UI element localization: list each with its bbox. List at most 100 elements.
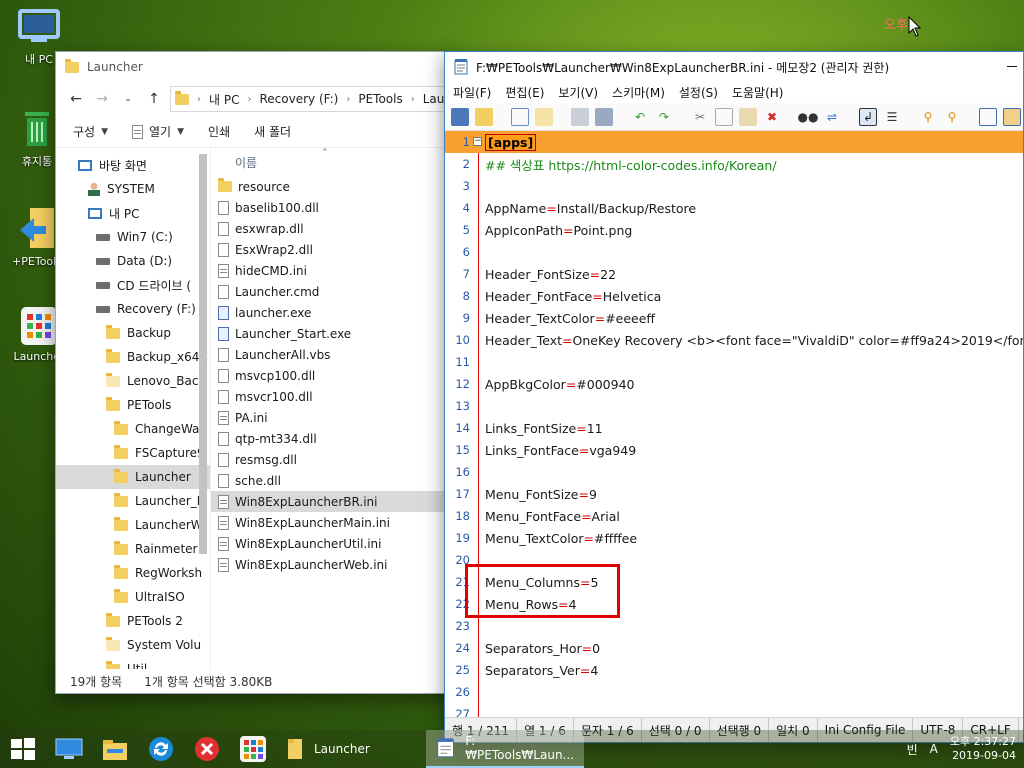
nav-item[interactable]: Launcher [56,465,210,489]
nav-item[interactable]: ChangeWal [56,417,210,441]
back-arrow-icon[interactable]: ← [66,89,86,109]
editor-line[interactable]: 8 Header_FontFace=Helvetica [445,285,1023,307]
explorer-window[interactable]: Launcher ← → ⌄ ↑ › 내 PC › Recovery (F:) … [55,51,455,694]
editor-line[interactable]: 1− [apps] [445,131,1023,153]
copy-icon[interactable] [715,107,733,126]
file-list-item[interactable]: qtp-mt334.dll [211,428,454,449]
file-list-item[interactable]: Win8ExpLauncherWeb.ini [211,554,454,575]
file-list-item[interactable]: hideCMD.ini [211,260,454,281]
file-list-item[interactable]: LauncherAll.vbs [211,344,454,365]
nav-item[interactable]: Data (D:) [56,249,210,273]
new-file-icon[interactable] [451,107,469,126]
menu-help[interactable]: 도움말(H) [732,84,784,101]
open-button[interactable]: 열기 ▼ [132,123,184,140]
editor-line[interactable]: 4 AppName=Install/Backup/Restore [445,197,1023,219]
nav-item[interactable]: UltraISO [56,585,210,609]
menu-scheme[interactable]: 스키마(M) [612,84,665,101]
file-list-item[interactable]: Launcher.cmd [211,281,454,302]
file-list-item[interactable]: Win8ExpLauncherUtil.ini [211,533,454,554]
nav-item[interactable]: SYSTEM [56,177,210,201]
ime-mode-indicator[interactable]: 빈 [907,741,918,758]
nav-item[interactable]: FSCapture9 [56,441,210,465]
open-file-icon[interactable] [475,107,493,126]
paste-icon[interactable] [739,107,757,126]
editor-line[interactable]: 3 [445,175,1023,197]
undo-icon[interactable]: ↶ [631,108,649,126]
menu-file[interactable]: 파일(F) [453,84,491,101]
menu-settings[interactable]: 설정(S) [679,84,718,101]
nav-item[interactable]: PETools [56,393,210,417]
editor-line[interactable]: 7 Header_FontSize=22 [445,263,1023,285]
editor-line[interactable]: 9 Header_TextColor=#eeeeff [445,307,1023,329]
editor-line[interactable]: 6 [445,241,1023,263]
fold-toggle-icon[interactable]: − [473,137,482,146]
editor-line[interactable]: 24 Separators_Hor=0 [445,637,1023,659]
notepad2-window[interactable]: F:₩PETools₩Launcher₩Win8ExpLauncherBR.in… [444,51,1024,743]
folder-icon[interactable] [535,107,553,126]
organize-button[interactable]: 구성 ▼ [73,123,108,140]
minimize-icon[interactable] [1007,66,1017,67]
editor-line[interactable]: 5 AppIconPath=Point.png [445,219,1023,241]
editor-line[interactable]: 10 Header_Text=OneKey Recovery <b><font f… [445,329,1023,351]
taskbar-desktop-button[interactable] [46,730,92,768]
up-arrow-icon[interactable]: ↑ [144,89,164,109]
file-list-item[interactable]: PA.ini [211,407,454,428]
nav-item[interactable]: 바탕 화면 [56,153,210,177]
editor-line[interactable]: 26 [445,681,1023,703]
editor-line[interactable]: 18 Menu_FontFace=Arial [445,505,1023,527]
nav-item[interactable]: System Volu [56,633,210,657]
start-button[interactable] [0,730,46,768]
browse-icon[interactable] [511,107,529,126]
editor-line[interactable]: 16 [445,461,1023,483]
nav-item[interactable]: PETools 2 [56,609,210,633]
taskbar-close-app-button[interactable] [184,730,230,768]
editor-line[interactable]: 15 Links_FontFace=vga949 [445,439,1023,461]
editor-line[interactable]: 19 Menu_TextColor=#ffffee [445,527,1023,549]
file-list-item[interactable]: sche.dll [211,470,454,491]
name-column-header[interactable]: 이름 ⌃ [211,148,454,176]
editor-line[interactable]: 25 Separators_Ver=4 [445,659,1023,681]
editor-area[interactable]: 1− [apps] 2 ## 색상표 https://html-color-codes… [445,131,1023,717]
file-list-item[interactable]: Launcher_Start.exe [211,323,454,344]
save-as-icon[interactable] [595,107,613,126]
taskbar-launcher-pinned[interactable] [230,730,276,768]
language-indicator[interactable]: A [930,742,938,756]
file-list-item[interactable]: msvcp100.dll [211,365,454,386]
file-list-item[interactable]: EsxWrap2.dll [211,239,454,260]
menu-edit[interactable]: 편집(E) [505,84,544,101]
file-list-item[interactable]: launcher.exe [211,302,454,323]
save-icon[interactable] [571,107,589,126]
new-folder-button[interactable]: 새 폴더 [254,123,291,140]
file-list-item[interactable]: esxwrap.dll [211,218,454,239]
settings-icon[interactable] [1003,107,1021,126]
forward-arrow-icon[interactable]: → [92,89,112,109]
file-list-item[interactable]: resource [211,176,454,197]
notepad-titlebar[interactable]: F:₩PETools₩Launcher₩Win8ExpLauncherBR.in… [445,52,1023,82]
file-list-item[interactable]: Win8ExpLauncherBR.ini [211,491,454,512]
taskbar-app-notepad2[interactable]: F:₩PETools₩Laun... [426,730,584,768]
list-options-icon[interactable]: ☰ [883,108,901,126]
file-list-item[interactable]: msvcr100.dll [211,386,454,407]
nav-item[interactable]: Rainmeter [56,537,210,561]
cut-icon[interactable]: ✂ [691,108,709,126]
file-list-pane[interactable]: 이름 ⌃ resource baselib100.dll esxwrap.dll Es… [211,148,454,669]
nav-item[interactable]: Util [56,657,210,669]
editor-line[interactable]: 2 ## 색상표 https://html-color-codes.info/Ko… [445,153,1023,175]
delete-icon[interactable]: ✖ [763,108,781,126]
menu-view[interactable]: 보기(V) [558,84,598,101]
editor-line[interactable]: 17 Menu_FontSize=9 [445,483,1023,505]
find-binoculars-icon[interactable]: ●● [798,108,819,126]
nav-item[interactable]: Launcher_K [56,489,210,513]
breadcrumb-item[interactable]: PETools [358,92,402,106]
nav-item[interactable]: CD 드라이브 ( [56,273,210,297]
redo-icon[interactable]: ↷ [655,108,673,126]
zoom-in-icon[interactable]: ⚲ [919,108,937,126]
breadcrumb-item[interactable]: Recovery (F:) [259,92,338,106]
nav-item[interactable]: Win7 (C:) [56,225,210,249]
scheme-icon[interactable] [979,107,997,126]
editor-line[interactable]: 23 [445,615,1023,637]
editor-line[interactable]: 12 AppBkgColor=#000940 [445,373,1023,395]
editor-line[interactable]: 13 [445,395,1023,417]
nav-item[interactable]: Backup [56,321,210,345]
word-wrap-icon[interactable]: ↲ [859,107,877,126]
